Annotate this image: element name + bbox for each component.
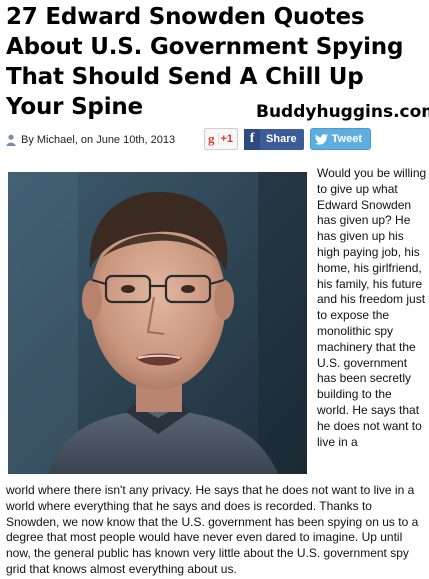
byline-text: By Michael, on June 10th, 2013 [21,134,176,146]
intro-paragraph-side: Would you be willing to give up what Edw… [317,166,427,449]
article-intro-wide: world where there isn't any privacy. He … [6,483,424,578]
intro-paragraph-wide: world where there isn't any privacy. He … [6,483,419,576]
tweet-label: Tweet [331,133,362,145]
tweet-button[interactable]: Tweet [309,128,371,150]
article-photo [8,172,307,474]
google-plus-icon: g [208,131,215,146]
facebook-share-label: Share [266,133,297,145]
person-icon [6,134,16,146]
share-bar: g +1 f Share Tweet [204,128,371,150]
byline: By Michael, on June 10th, 2013 [6,131,175,149]
article-intro-side: Would you be willing to give up what Edw… [317,166,427,450]
site-brand[interactable]: Buddyhuggins.com [256,102,429,122]
twitter-bird-icon [314,133,328,145]
google-plus-label: +1 [217,133,238,145]
facebook-share-button[interactable]: f Share [244,128,304,150]
google-plus-button[interactable]: g +1 [204,128,239,150]
facebook-icon: f [244,128,261,150]
